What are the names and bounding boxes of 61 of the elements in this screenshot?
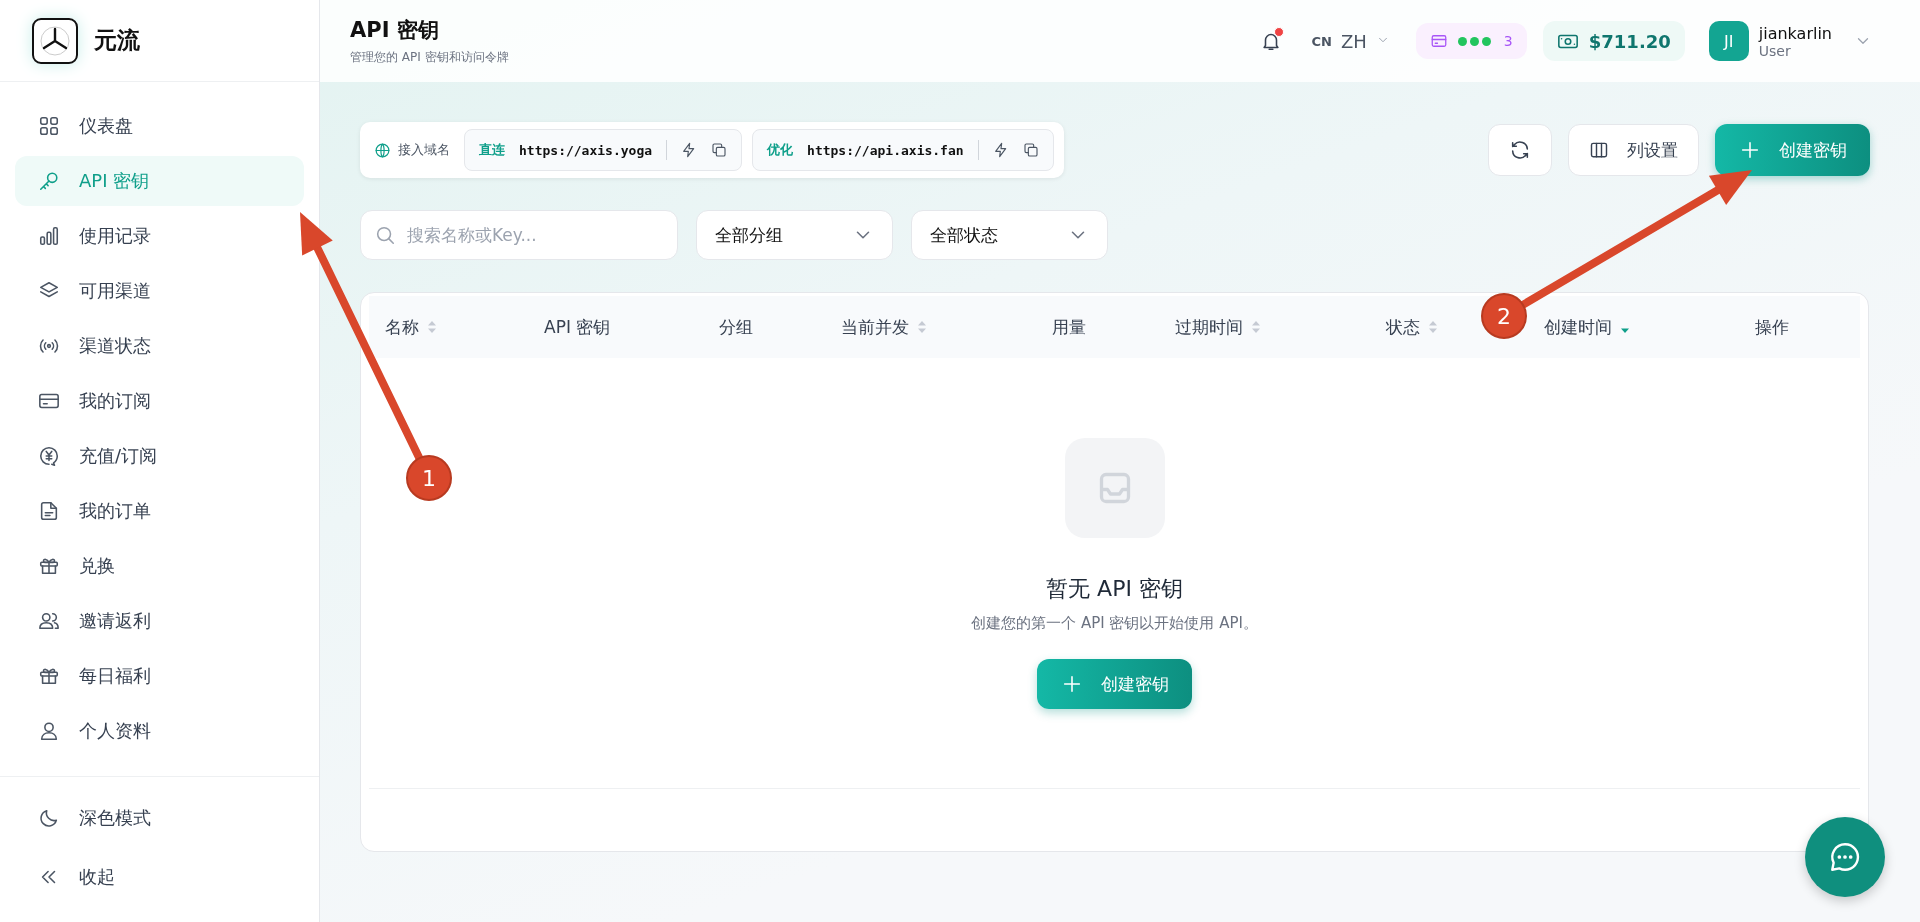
domain-tag: 直连 — [479, 141, 505, 159]
logo-icon — [32, 17, 78, 64]
search-field[interactable]: 搜索名称或Key... — [360, 210, 678, 260]
domain-url: https://api.axis.fan — [807, 142, 964, 158]
column-settings-button[interactable]: 列设置 — [1568, 124, 1699, 176]
refresh-button[interactable] — [1488, 124, 1552, 176]
refresh-icon — [1509, 139, 1531, 161]
sidebar-item[interactable]: 深色模式 — [15, 793, 304, 843]
lightning-icon — [992, 142, 1009, 158]
column-header: 分组 — [719, 315, 753, 339]
document-icon — [38, 500, 60, 522]
sidebar-item[interactable]: 可用渠道 — [15, 266, 304, 316]
filter-dropdown[interactable]: 全部状态 — [911, 210, 1108, 260]
sidebar-item[interactable]: 渠道状态 — [15, 321, 304, 371]
sidebar-item[interactable]: 仪表盘 — [15, 101, 304, 151]
column-header: API 密钥 — [544, 315, 611, 339]
column-header[interactable]: 创建时间 — [1544, 315, 1612, 339]
copy-icon — [1022, 142, 1039, 158]
balance-badge[interactable]: $711.20 — [1542, 21, 1685, 61]
filter-dropdown[interactable]: 全部分组 — [696, 210, 893, 260]
copy-icon — [711, 142, 728, 158]
sidebar-item[interactable]: 兑换 — [15, 541, 304, 591]
user-role: User — [1758, 42, 1792, 59]
brand-name: 元流 — [94, 26, 140, 55]
column-header: 用量 — [1052, 315, 1086, 339]
column-header[interactable]: 名称 — [385, 315, 419, 339]
sidebar-item[interactable]: 个人资料 — [15, 706, 304, 756]
sidebar-item[interactable]: 邀请返利 — [15, 596, 304, 646]
plan-badge[interactable]: 3 — [1415, 23, 1527, 59]
chat-icon — [1828, 840, 1862, 874]
grid-icon — [38, 115, 60, 137]
empty-message: 创建您的第一个 API 密钥以开始使用 API。 — [971, 614, 1258, 633]
column-header: 操作 — [1755, 315, 1789, 339]
sidebar-item[interactable]: 使用记录 — [15, 211, 304, 261]
column-header[interactable]: 状态 — [1386, 315, 1420, 339]
bar-chart-icon — [38, 225, 60, 247]
sidebar-item[interactable]: 我的订阅 — [15, 376, 304, 426]
sidebar-item[interactable]: 我的订单 — [15, 486, 304, 536]
person-icon — [38, 720, 60, 742]
columns-icon — [1589, 140, 1609, 160]
user-name: jiankarlin — [1758, 23, 1832, 43]
globe-icon — [374, 141, 391, 159]
domain-label: 接入域名 — [398, 141, 450, 159]
people-icon — [38, 610, 60, 632]
page-subtitle: 管理您的 API 密钥和访问令牌 — [350, 49, 509, 66]
domain-tag: 优化 — [767, 141, 794, 159]
empty-title: 暂无 API 密钥 — [1046, 575, 1183, 603]
card-icon — [1429, 32, 1448, 50]
sidebar-item[interactable]: 每日福利 — [15, 651, 304, 701]
moon-icon — [38, 807, 60, 829]
search-icon — [374, 224, 396, 246]
language-switcher[interactable]: CN ZH — [1311, 30, 1390, 52]
page-title: API 密钥 — [350, 17, 440, 44]
sidebar-item[interactable]: 收起 — [15, 852, 304, 902]
column-header[interactable]: 当前并发 — [841, 315, 909, 339]
column-header[interactable]: 过期时间 — [1175, 315, 1243, 339]
yen-icon — [38, 445, 60, 467]
key-icon — [38, 170, 60, 192]
domain-url: https://axis.yoga — [519, 142, 653, 158]
empty-inbox-icon — [1064, 438, 1165, 538]
sidebar-item[interactable]: 充值/订阅 — [15, 431, 304, 481]
